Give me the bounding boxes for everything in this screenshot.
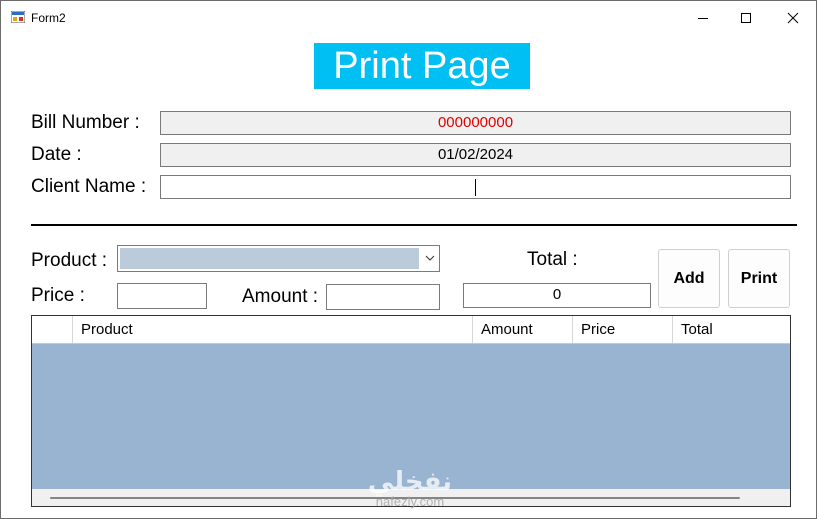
grid-header: Product Amount Price Total: [32, 316, 790, 344]
client-name-label: Client Name :: [31, 176, 147, 197]
row-header-cell[interactable]: [32, 316, 73, 343]
section-divider: [31, 224, 797, 226]
maximize-icon: [741, 12, 751, 23]
text-caret: [475, 179, 476, 196]
column-header-product[interactable]: Product: [73, 316, 473, 343]
app-icon: [11, 11, 25, 23]
add-button[interactable]: Add: [658, 249, 720, 308]
close-button[interactable]: [770, 1, 816, 34]
minimize-button[interactable]: [680, 1, 726, 34]
close-icon: [787, 12, 799, 23]
watermark: نفخلي nafezly.com: [358, 467, 462, 519]
watermark-logo-text: نفخلي: [367, 466, 453, 496]
price-input[interactable]: [117, 283, 207, 309]
chevron-down-icon[interactable]: [423, 251, 437, 265]
product-selection: [120, 248, 419, 269]
amount-input[interactable]: [326, 284, 440, 310]
total-label: Total :: [527, 249, 578, 270]
form2-window: Form2 Print Page Bill Number : 000000000…: [0, 0, 817, 519]
window-title: Form2: [31, 11, 66, 25]
bill-number-label: Bill Number :: [31, 112, 140, 133]
date-label: Date :: [31, 144, 82, 165]
minimize-icon: [698, 17, 708, 19]
title-bar[interactable]: Form2: [1, 1, 816, 34]
amount-label: Amount :: [242, 286, 319, 307]
print-button[interactable]: Print: [728, 249, 790, 308]
date-field[interactable]: 01/02/2024: [160, 143, 791, 167]
product-label: Product :: [31, 250, 108, 271]
price-label: Price :: [31, 285, 85, 306]
maximize-button[interactable]: [723, 1, 769, 34]
watermark-url: nafezly.com: [375, 494, 445, 509]
total-field[interactable]: 0: [463, 283, 651, 308]
column-header-total[interactable]: Total: [673, 316, 790, 343]
column-header-price[interactable]: Price: [573, 316, 673, 343]
page-title: Print Page: [314, 43, 530, 89]
column-header-amount[interactable]: Amount: [473, 316, 573, 343]
bill-number-field[interactable]: 000000000: [160, 111, 791, 135]
product-combobox[interactable]: [117, 245, 440, 272]
